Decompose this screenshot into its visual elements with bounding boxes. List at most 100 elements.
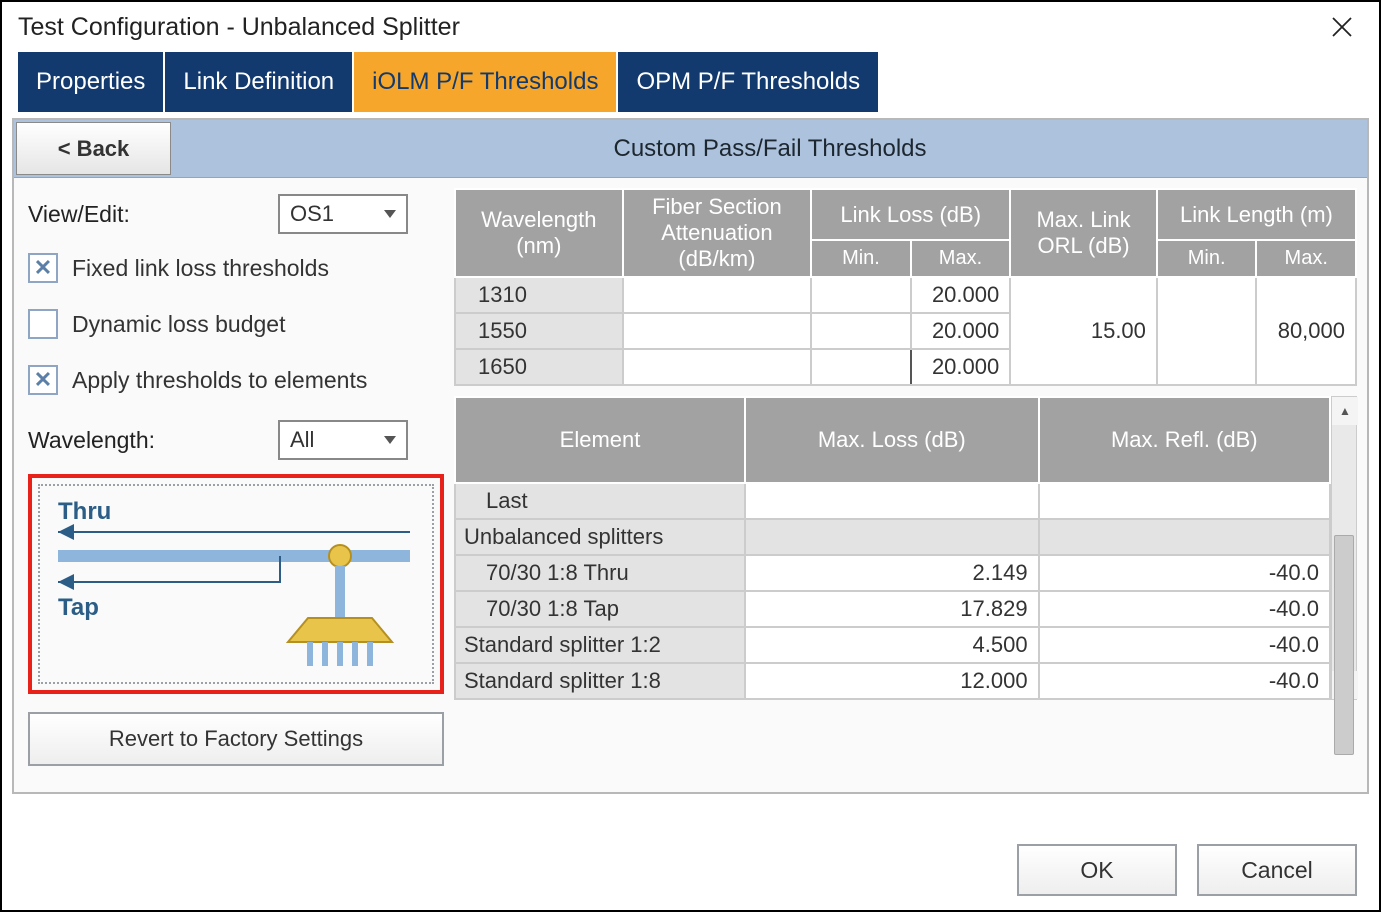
cell-fiber-atten[interactable]	[623, 349, 812, 385]
table-row[interactable]: 70/30 1:8 Thru 2.149 -40.0	[455, 555, 1330, 591]
button-label: OK	[1080, 857, 1113, 884]
element-thresholds-wrap: Element Max. Loss (dB) Max. Refl. (dB) L…	[454, 396, 1357, 700]
table-row-section: Unbalanced splitters	[455, 519, 1330, 555]
tab-label: Properties	[36, 68, 145, 96]
splitter-diagram-highlight: Thru Tap	[28, 474, 444, 694]
cell-loss[interactable]	[745, 483, 1039, 519]
tab-label: Link Definition	[183, 68, 334, 96]
left-panel: View/Edit: OS1 ✕ Fixed link loss thresho…	[24, 188, 444, 782]
dialog-footer: OK Cancel	[1017, 844, 1357, 896]
col-len-max: Max.	[1256, 240, 1356, 277]
col-max-refl: Max. Refl. (dB)	[1039, 397, 1330, 483]
col-ll-max: Max.	[911, 240, 1011, 277]
scroll-thumb[interactable]	[1334, 535, 1354, 755]
tab-link-definition[interactable]: Link Definition	[165, 52, 352, 112]
select-value: All	[290, 427, 314, 453]
table-row[interactable]: Last	[455, 483, 1330, 519]
checkbox-dynamic-budget[interactable]	[28, 309, 58, 339]
button-label: Revert to Factory Settings	[109, 726, 363, 752]
cell-len-min[interactable]	[1157, 277, 1257, 385]
cell-loss[interactable]: 12.000	[745, 663, 1039, 699]
select-value: OS1	[290, 201, 334, 227]
table-row[interactable]: 1310 20.000 15.00 80,000	[455, 277, 1356, 313]
tab-opm-thresholds[interactable]: OPM P/F Thresholds	[618, 52, 878, 112]
dialog-window: Test Configuration - Unbalanced Splitter…	[0, 0, 1381, 912]
scroll-up-icon[interactable]: ▲	[1332, 397, 1358, 425]
col-max-loss: Max. Loss (dB)	[745, 397, 1039, 483]
banner: < Back Custom Pass/Fail Thresholds	[14, 120, 1367, 178]
button-label: Cancel	[1241, 857, 1313, 884]
cell-element: Last	[455, 483, 745, 519]
title-bar: Test Configuration - Unbalanced Splitter	[2, 2, 1379, 52]
cancel-button[interactable]: Cancel	[1197, 844, 1357, 896]
back-label: < Back	[58, 136, 130, 162]
cell-loss[interactable]: 4.500	[745, 627, 1039, 663]
view-edit-select[interactable]: OS1	[278, 194, 408, 234]
col-wavelength: Wavelength (nm)	[455, 189, 623, 277]
cell-ll-min[interactable]	[811, 313, 911, 349]
cell-refl[interactable]: -40.0	[1039, 663, 1330, 699]
back-button[interactable]: < Back	[16, 122, 171, 175]
revert-factory-button[interactable]: Revert to Factory Settings	[28, 712, 444, 766]
cell-refl[interactable]: -40.0	[1039, 555, 1330, 591]
cell-len-max[interactable]: 80,000	[1256, 277, 1356, 385]
table-row[interactable]: Standard splitter 1:8 12.000 -40.0	[455, 663, 1330, 699]
vertical-scrollbar[interactable]: ▲ ▼	[1331, 396, 1357, 700]
cell-element: Standard splitter 1:8	[455, 663, 745, 699]
cell-max-orl[interactable]: 15.00	[1010, 277, 1157, 385]
checkbox-label: Fixed link loss thresholds	[72, 255, 329, 282]
tab-iolm-thresholds[interactable]: iOLM P/F Thresholds	[354, 52, 616, 112]
cell-ll-max[interactable]: 20.000	[911, 349, 1011, 385]
close-icon[interactable]	[1321, 12, 1363, 42]
cell-fiber-atten[interactable]	[623, 313, 812, 349]
cell-refl[interactable]: -40.0	[1039, 591, 1330, 627]
scroll-track[interactable]	[1332, 425, 1356, 671]
table-row[interactable]: 70/30 1:8 Tap 17.829 -40.0	[455, 591, 1330, 627]
cell-loss[interactable]: 17.829	[745, 591, 1039, 627]
table-row[interactable]: Standard splitter 1:2 4.500 -40.0	[455, 627, 1330, 663]
cell-ll-max[interactable]: 20.000	[911, 313, 1011, 349]
checkbox-label: Dynamic loss budget	[72, 311, 286, 338]
checkbox-label: Apply thresholds to elements	[72, 367, 367, 394]
col-link-loss: Link Loss (dB)	[811, 189, 1010, 240]
content-panel: < Back Custom Pass/Fail Thresholds View/…	[12, 118, 1369, 794]
col-max-orl: Max. Link ORL (dB)	[1010, 189, 1157, 277]
cell-element: Standard splitter 1:2	[455, 627, 745, 663]
splitter-icon	[40, 486, 420, 666]
cell-empty	[745, 519, 1039, 555]
cell-refl[interactable]	[1039, 483, 1330, 519]
cell-section: Unbalanced splitters	[455, 519, 745, 555]
wavelength-select[interactable]: All	[278, 420, 408, 460]
checkbox-apply-thresholds[interactable]: ✕	[28, 365, 58, 395]
view-edit-label: View/Edit:	[28, 201, 278, 228]
col-len-min: Min.	[1157, 240, 1257, 277]
cell-ll-max[interactable]: 20.000	[911, 277, 1011, 313]
cell-ll-min[interactable]	[811, 349, 911, 385]
window-title: Test Configuration - Unbalanced Splitter	[18, 13, 460, 42]
element-thresholds-table[interactable]: Element Max. Loss (dB) Max. Refl. (dB) L…	[454, 396, 1331, 700]
cell-ll-min[interactable]	[811, 277, 911, 313]
wavelength-thresholds-table[interactable]: Wavelength (nm) Fiber Section Attenuatio…	[454, 188, 1357, 386]
tab-label: OPM P/F Thresholds	[636, 68, 860, 96]
wavelength-label: Wavelength:	[28, 427, 278, 454]
checkbox-fixed-link-loss[interactable]: ✕	[28, 253, 58, 283]
tab-label: iOLM P/F Thresholds	[372, 68, 598, 96]
cell-refl[interactable]: -40.0	[1039, 627, 1330, 663]
cell-fiber-atten[interactable]	[623, 277, 812, 313]
banner-title: Custom Pass/Fail Thresholds	[173, 120, 1367, 177]
cell-wavelength: 1650	[455, 349, 623, 385]
cell-element: 70/30 1:8 Tap	[455, 591, 745, 627]
cell-element: 70/30 1:8 Thru	[455, 555, 745, 591]
cell-empty	[1039, 519, 1330, 555]
ok-button[interactable]: OK	[1017, 844, 1177, 896]
cell-loss[interactable]: 2.149	[745, 555, 1039, 591]
tab-bar: Properties Link Definition iOLM P/F Thre…	[2, 52, 1379, 112]
splitter-diagram: Thru Tap	[38, 484, 434, 684]
cell-wavelength: 1550	[455, 313, 623, 349]
tab-properties[interactable]: Properties	[18, 52, 163, 112]
right-panel: Wavelength (nm) Fiber Section Attenuatio…	[454, 188, 1357, 782]
col-element: Element	[455, 397, 745, 483]
cell-wavelength: 1310	[455, 277, 623, 313]
col-fiber-atten: Fiber Section Attenuation (dB/km)	[623, 189, 812, 277]
col-ll-min: Min.	[811, 240, 911, 277]
